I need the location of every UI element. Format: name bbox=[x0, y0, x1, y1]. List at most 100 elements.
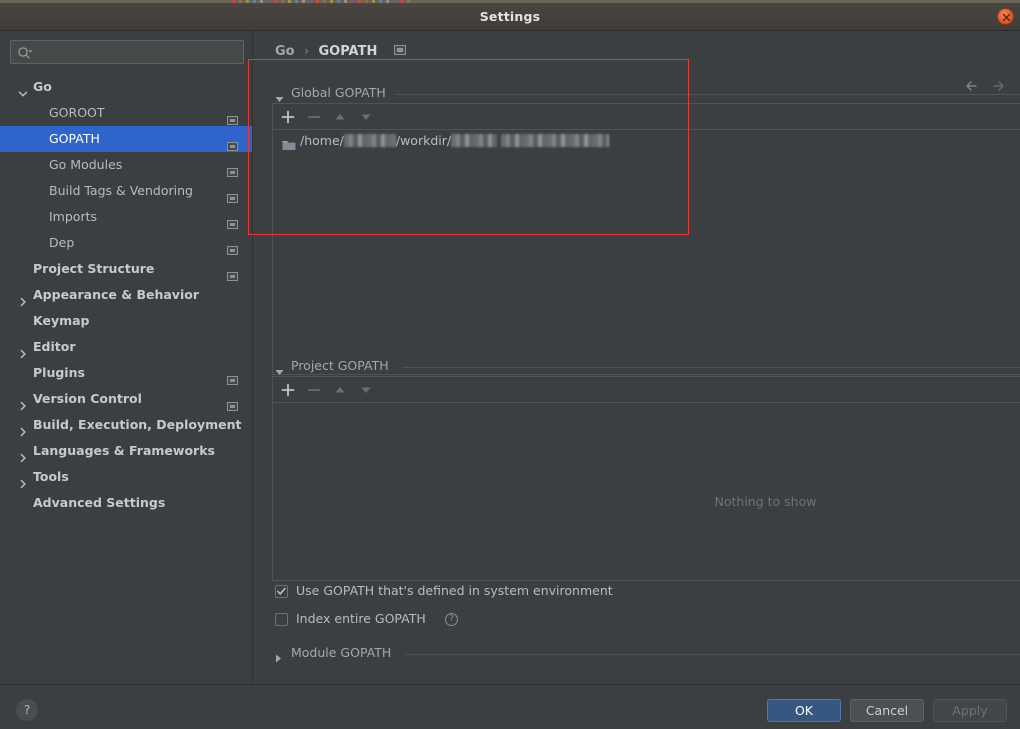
checkbox-label: Index entire GOPATH bbox=[296, 611, 426, 626]
search-input[interactable] bbox=[10, 40, 244, 64]
sidebar-item-languages-frameworks[interactable]: Languages & Frameworks bbox=[0, 438, 252, 464]
window-title: Settings bbox=[479, 9, 541, 24]
folder-icon bbox=[282, 136, 296, 155]
settings-content-panel: Go › GOPATH Global GOPATH /home/ /workdi… bbox=[253, 31, 1020, 684]
apply-button[interactable]: Apply bbox=[933, 699, 1007, 722]
move-up-button[interactable] bbox=[331, 108, 349, 126]
chevron-right-icon[interactable] bbox=[18, 290, 28, 307]
sidebar-item-label: Languages & Frameworks bbox=[33, 443, 215, 458]
sidebar-item-imports[interactable]: Imports bbox=[0, 204, 252, 230]
redacted-path-segment bbox=[343, 134, 396, 147]
project-settings-marker-icon bbox=[227, 134, 238, 151]
sidebar-item-version-control[interactable]: Version Control bbox=[0, 386, 252, 412]
chevron-right-icon[interactable] bbox=[18, 342, 28, 359]
sidebar-item-label: GOROOT bbox=[49, 105, 105, 120]
sidebar-item-label: Appearance & Behavior bbox=[33, 287, 199, 302]
move-up-button[interactable] bbox=[331, 381, 349, 399]
remove-button[interactable] bbox=[305, 381, 323, 399]
add-button[interactable] bbox=[279, 108, 297, 126]
section-rule bbox=[395, 94, 1020, 95]
sidebar-item-build-tags-vendoring[interactable]: Build Tags & Vendoring bbox=[0, 178, 252, 204]
table-row[interactable]: /home/ /workdir/ bbox=[274, 131, 1020, 153]
project-settings-marker-icon bbox=[227, 368, 238, 385]
project-gopath-list-panel: Nothing to show bbox=[272, 376, 1020, 581]
sidebar-item-label: Imports bbox=[49, 209, 97, 224]
help-icon[interactable]: ? bbox=[445, 613, 458, 626]
global-gopath-section-label: Global GOPATH bbox=[291, 85, 386, 100]
chevron-right-icon[interactable] bbox=[18, 420, 28, 437]
checkbox-label: Use GOPATH that's defined in system envi… bbox=[296, 583, 613, 598]
path-segment: /home/ bbox=[300, 133, 344, 148]
module-gopath-section-label: Module GOPATH bbox=[291, 645, 392, 660]
sidebar-item-label: Go Modules bbox=[49, 157, 123, 172]
chevron-right-icon bbox=[275, 651, 282, 666]
sidebar-item-go[interactable]: Go bbox=[0, 74, 252, 100]
sidebar-item-label: Build, Execution, Deployment bbox=[33, 417, 242, 432]
sidebar-item-goroot[interactable]: GOROOT bbox=[0, 100, 252, 126]
sidebar-item-label: Plugins bbox=[33, 365, 85, 380]
redacted-path-segment bbox=[501, 134, 610, 147]
chevron-right-icon[interactable] bbox=[18, 446, 28, 463]
project-settings-marker-icon bbox=[227, 238, 238, 255]
section-rule bbox=[405, 654, 1020, 655]
move-down-button[interactable] bbox=[357, 381, 375, 399]
sidebar-item-label: Go bbox=[33, 79, 52, 94]
sidebar-item-label: Dep bbox=[49, 235, 75, 250]
project-settings-marker-icon bbox=[227, 186, 238, 203]
sidebar-item-tools[interactable]: Tools bbox=[0, 464, 252, 490]
sidebar-item-plugins[interactable]: Plugins bbox=[0, 360, 252, 386]
sidebar-item-dep[interactable]: Dep bbox=[0, 230, 252, 256]
redacted-path-segment bbox=[451, 134, 498, 147]
help-button[interactable]: ? bbox=[16, 699, 38, 721]
sidebar-item-build-execution-deployment[interactable]: Build, Execution, Deployment bbox=[0, 412, 252, 438]
section-rule bbox=[402, 367, 1020, 368]
move-down-button[interactable] bbox=[357, 108, 375, 126]
sidebar-item-gopath[interactable]: GOPATH bbox=[0, 126, 252, 152]
sidebar-item-label: Editor bbox=[33, 339, 76, 354]
sidebar-item-label: Build Tags & Vendoring bbox=[49, 183, 193, 198]
search-box bbox=[10, 40, 244, 64]
sidebar-item-advanced-settings[interactable]: Advanced Settings bbox=[0, 490, 252, 516]
chevron-right-icon[interactable] bbox=[18, 394, 28, 411]
settings-tree: Go GOROOT GOPATH Go Modules Build Tags & Ven… bbox=[0, 74, 252, 516]
sidebar-item-label: Keymap bbox=[33, 313, 90, 328]
global-gopath-list-panel: /home/ /workdir/ bbox=[272, 103, 1020, 375]
close-icon[interactable] bbox=[997, 8, 1014, 25]
gopath-entry-text: /home/ /workdir/ bbox=[300, 133, 610, 148]
checkbox-box[interactable] bbox=[275, 613, 288, 626]
breadcrumb-root[interactable]: Go bbox=[275, 44, 295, 59]
chevron-right-icon[interactable] bbox=[18, 472, 28, 489]
close-glyph bbox=[1002, 13, 1011, 22]
sidebar-item-label: Advanced Settings bbox=[33, 495, 166, 510]
sidebar-item-label: Tools bbox=[33, 469, 69, 484]
dialog-footer: ? OK Cancel Apply bbox=[0, 684, 1020, 729]
remove-button[interactable] bbox=[305, 108, 323, 126]
path-segment: /workdir/ bbox=[395, 133, 452, 148]
cancel-button[interactable]: Cancel bbox=[850, 699, 924, 722]
arrow-left-icon bbox=[966, 81, 977, 91]
add-button[interactable] bbox=[279, 381, 297, 399]
project-settings-marker-icon bbox=[227, 160, 238, 177]
sidebar-item-keymap[interactable]: Keymap bbox=[0, 308, 252, 334]
project-settings-marker-icon bbox=[227, 108, 238, 125]
project-gopath-section-label: Project GOPATH bbox=[291, 358, 389, 373]
breadcrumb: Go › GOPATH bbox=[275, 44, 406, 59]
sidebar-item-project-structure[interactable]: Project Structure bbox=[0, 256, 252, 282]
chevron-down-icon[interactable] bbox=[18, 82, 28, 97]
arrow-right-icon bbox=[993, 81, 1004, 91]
project-settings-marker-icon bbox=[227, 212, 238, 229]
project-settings-marker-icon bbox=[227, 394, 238, 411]
breadcrumb-separator: › bbox=[304, 44, 309, 58]
breadcrumb-leaf: GOPATH bbox=[318, 44, 378, 59]
sidebar-item-appearance-behavior[interactable]: Appearance & Behavior bbox=[0, 282, 252, 308]
checkbox-box[interactable] bbox=[275, 585, 288, 598]
project-settings-marker-icon bbox=[393, 44, 406, 59]
ok-button[interactable]: OK bbox=[767, 699, 841, 722]
sidebar-item-go-modules[interactable]: Go Modules bbox=[0, 152, 252, 178]
sidebar-item-label: Project Structure bbox=[33, 261, 155, 276]
sidebar-item-editor[interactable]: Editor bbox=[0, 334, 252, 360]
navigate-forward-button[interactable] bbox=[989, 76, 1011, 96]
navigate-back-button[interactable] bbox=[962, 76, 984, 96]
sidebar-item-label: GOPATH bbox=[49, 131, 100, 146]
global-gopath-toolbar bbox=[273, 104, 1020, 130]
